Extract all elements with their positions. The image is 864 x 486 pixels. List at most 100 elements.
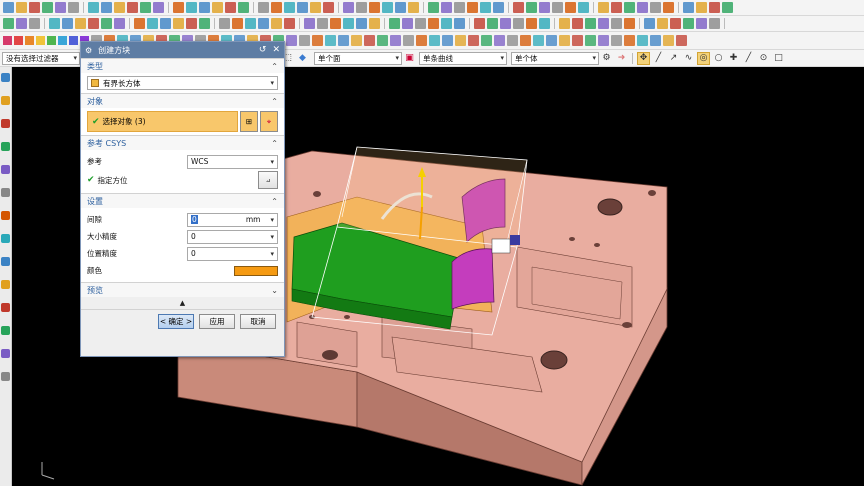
toolbar-tool-icon[interactable] xyxy=(468,35,479,46)
toolbar-tool-icon[interactable] xyxy=(487,18,498,29)
resource-bar-icon[interactable] xyxy=(1,211,10,220)
toolbar-tool-icon[interactable] xyxy=(286,35,297,46)
resource-bar-icon[interactable] xyxy=(1,165,10,174)
toolbar-tool-icon[interactable] xyxy=(3,18,14,29)
circle-icon[interactable]: ⊙ xyxy=(757,52,770,65)
resource-bar-icon[interactable] xyxy=(1,234,10,243)
dialog-title-bar[interactable]: ⚙ 创建方块 ↺ ✕ xyxy=(81,42,284,58)
toolbar-tool-icon[interactable] xyxy=(507,35,518,46)
color-swatch-button[interactable] xyxy=(14,36,23,45)
toolbar-tool-icon[interactable] xyxy=(338,35,349,46)
toolbar-tool-icon[interactable] xyxy=(526,2,537,13)
settings-icon[interactable]: ⚙ xyxy=(600,52,613,65)
cancel-button[interactable]: 取消 xyxy=(240,314,276,329)
toolbar-tool-icon[interactable] xyxy=(258,18,269,29)
toolbar-tool-icon[interactable] xyxy=(356,2,367,13)
toolbar-tool-icon[interactable] xyxy=(284,18,295,29)
toolbar-tool-icon[interactable] xyxy=(637,2,648,13)
toolbar-tool-icon[interactable] xyxy=(343,2,354,13)
toolbar-tool-icon[interactable] xyxy=(16,2,27,13)
toolbar-tool-icon[interactable] xyxy=(442,35,453,46)
toolbar-tool-icon[interactable] xyxy=(369,18,380,29)
toolbar-tool-icon[interactable] xyxy=(722,2,733,13)
toolbar-tool-icon[interactable] xyxy=(114,18,125,29)
toolbar-tool-icon[interactable] xyxy=(16,18,27,29)
toolbar-tool-icon[interactable] xyxy=(709,18,720,29)
toolbar-tool-icon[interactable] xyxy=(520,35,531,46)
resource-bar-icon[interactable] xyxy=(1,303,10,312)
toolbar-tool-icon[interactable] xyxy=(127,2,138,13)
gear-icon[interactable]: ⚙ xyxy=(85,46,92,55)
toolbar-tool-icon[interactable] xyxy=(101,18,112,29)
square-icon[interactable]: □ xyxy=(772,52,785,65)
toolbar-tool-icon[interactable] xyxy=(232,18,243,29)
toolbar-tool-icon[interactable] xyxy=(598,2,609,13)
toolbar-tool-icon[interactable] xyxy=(598,18,609,29)
toolbar-tool-icon[interactable] xyxy=(325,35,336,46)
toolbar-tool-icon[interactable] xyxy=(539,2,550,13)
gap-input[interactable]: 0 mm ▾ xyxy=(187,212,278,227)
line-icon[interactable]: ╱ xyxy=(652,52,665,65)
color-swatch-button[interactable] xyxy=(58,36,67,45)
collapse-arrow-icon[interactable]: ▲ xyxy=(81,297,284,309)
toolbar-tool-icon[interactable] xyxy=(539,18,550,29)
add-selection-icon[interactable]: ⊞ xyxy=(240,111,258,132)
toolbar-tool-icon[interactable] xyxy=(663,2,674,13)
color-swatch[interactable] xyxy=(234,265,278,276)
toolbar-tool-icon[interactable] xyxy=(572,18,583,29)
toolbar-tool-icon[interactable] xyxy=(199,2,210,13)
close-icon[interactable]: ✕ xyxy=(272,45,280,55)
toolbar-tool-icon[interactable] xyxy=(351,35,362,46)
type-dropdown[interactable]: 有界长方体 ▾ xyxy=(87,76,278,90)
resource-bar-icon[interactable] xyxy=(1,372,10,381)
reset-icon[interactable]: ↺ xyxy=(259,45,267,55)
toolbar-tool-icon[interactable] xyxy=(683,18,694,29)
toolbar-tool-icon[interactable] xyxy=(312,35,323,46)
resource-bar-icon[interactable] xyxy=(1,96,10,105)
arrow-right-icon[interactable]: ➜ xyxy=(615,52,628,65)
toolbar-tool-icon[interactable] xyxy=(403,35,414,46)
toolbar-tool-icon[interactable] xyxy=(644,18,655,29)
toolbar-tool-icon[interactable] xyxy=(663,35,674,46)
toolbar-tool-icon[interactable] xyxy=(304,18,315,29)
toolbar-tool-icon[interactable] xyxy=(395,2,406,13)
toolbar-tool-icon[interactable] xyxy=(88,2,99,13)
color-swatch-button[interactable] xyxy=(3,36,12,45)
toolbar-tool-icon[interactable] xyxy=(441,18,452,29)
toolbar-tool-icon[interactable] xyxy=(42,2,53,13)
toolbar-tool-icon[interactable] xyxy=(343,18,354,29)
toolbar-tool-icon[interactable] xyxy=(481,35,492,46)
toolbar-tool-icon[interactable] xyxy=(559,18,570,29)
select-object-row[interactable]: ✔ 选择对象 (3) xyxy=(87,111,238,132)
toolbar-tool-icon[interactable] xyxy=(624,2,635,13)
center-point-icon[interactable]: ◎ xyxy=(697,51,710,65)
toolbar-tool-icon[interactable] xyxy=(552,2,563,13)
toolbar-tool-icon[interactable] xyxy=(140,2,151,13)
solid-body-icon[interactable]: ◆ xyxy=(296,52,309,65)
toolbar-tool-icon[interactable] xyxy=(637,35,648,46)
toolbar-tool-icon[interactable] xyxy=(467,2,478,13)
reference-dropdown[interactable]: WCS ▾ xyxy=(187,154,278,169)
toolbar-tool-icon[interactable] xyxy=(153,2,164,13)
position-precision-input[interactable]: 0 ▾ xyxy=(187,246,278,261)
resource-bar-icon[interactable] xyxy=(1,119,10,128)
toolbar-tool-icon[interactable] xyxy=(578,2,589,13)
toolbar-tool-icon[interactable] xyxy=(310,2,321,13)
toolbar-tool-icon[interactable] xyxy=(3,2,14,13)
resource-bar-icon[interactable] xyxy=(1,257,10,266)
toolbar-tool-icon[interactable] xyxy=(330,18,341,29)
toolbar-tool-icon[interactable] xyxy=(160,18,171,29)
csys-orient-icon[interactable]: ⟓ xyxy=(258,171,278,189)
curve-rule-dropdown[interactable]: 单条曲线 xyxy=(419,51,507,65)
line-end-icon[interactable]: ↗ xyxy=(667,52,680,65)
toolbar-tool-icon[interactable] xyxy=(533,35,544,46)
toolbar-tool-icon[interactable] xyxy=(441,2,452,13)
color-swatch-button[interactable] xyxy=(69,36,78,45)
toolbar-tool-icon[interactable] xyxy=(68,2,79,13)
toolbar-tool-icon[interactable] xyxy=(134,18,145,29)
toolbar-tool-icon[interactable] xyxy=(415,18,426,29)
resource-bar-icon[interactable] xyxy=(1,349,10,358)
toolbar-tool-icon[interactable] xyxy=(696,18,707,29)
toolbar-tool-icon[interactable] xyxy=(526,18,537,29)
chevron-up-icon[interactable]: ⌃ xyxy=(271,197,278,206)
